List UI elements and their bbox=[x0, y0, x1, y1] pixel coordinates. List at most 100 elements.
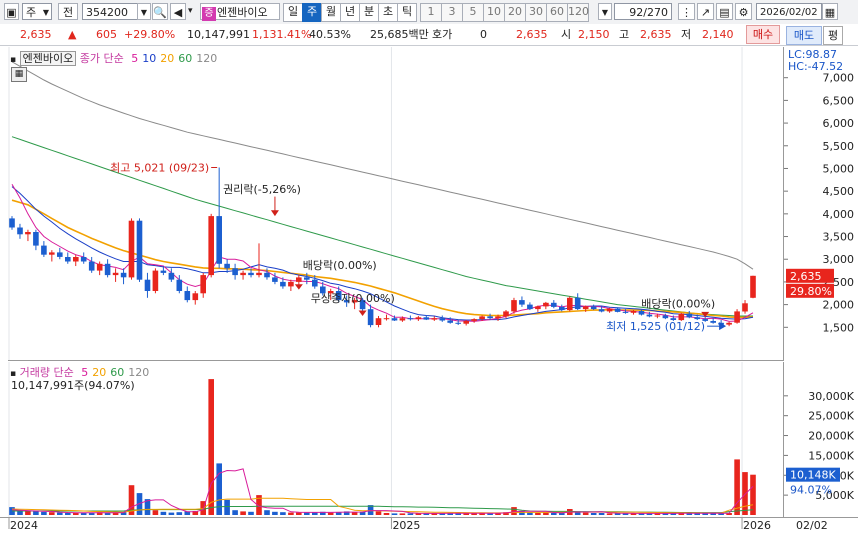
date-input[interactable]: 2026/02/02 bbox=[756, 3, 822, 20]
save-icon[interactable]: ▤ bbox=[716, 3, 733, 20]
high-label: 고 bbox=[619, 28, 630, 41]
change-percent: +29.80% bbox=[124, 28, 176, 41]
chart-window-icon[interactable]: ▣ bbox=[4, 3, 19, 20]
interval-tab-60[interactable]: 60 bbox=[546, 3, 568, 22]
legend-stock-name[interactable]: 엔젠바이오 bbox=[19, 51, 77, 66]
period-tab-2[interactable]: 월 bbox=[321, 3, 341, 22]
chart-tool-icon[interactable]: ↗ bbox=[697, 3, 714, 20]
candle-body bbox=[57, 252, 63, 257]
candle-body bbox=[25, 232, 31, 235]
volume-bar bbox=[88, 513, 95, 515]
hoga-label: 호가 bbox=[432, 28, 453, 41]
price-tick-label: 5,500 bbox=[823, 140, 855, 153]
volume-pane: ▪ 거래량 단순 5 20 60 120 10,147,991주(94.07%) bbox=[8, 362, 784, 518]
candle-body bbox=[662, 315, 669, 319]
calendar-icon[interactable]: ▦ bbox=[822, 3, 838, 20]
candle-body bbox=[41, 245, 47, 255]
up-arrow-icon: ▲ bbox=[68, 28, 77, 41]
candle-body bbox=[144, 279, 151, 291]
period-tab-5[interactable]: 초 bbox=[378, 3, 398, 22]
type-select[interactable]: 주 ▼ bbox=[22, 3, 52, 20]
jeon-button[interactable]: 전 bbox=[58, 3, 78, 20]
candle-body bbox=[551, 302, 557, 307]
period-tabs: 일주월년분초틱 bbox=[283, 3, 418, 22]
candle-body bbox=[574, 297, 581, 310]
volume-ratio: 1,131.41% bbox=[252, 28, 312, 41]
volume-bar bbox=[280, 512, 286, 515]
interval-tab-20[interactable]: 20 bbox=[504, 3, 526, 22]
volume-summary: 10,147,991주(94.07%) bbox=[11, 379, 135, 392]
speaker-icon[interactable]: ◀ bbox=[170, 3, 186, 20]
price-tick-label: 3,500 bbox=[823, 231, 855, 244]
price-tick-label: 5,000 bbox=[823, 162, 855, 175]
type-select-value: 주 bbox=[26, 6, 37, 19]
current-pct-label: 29.80% bbox=[790, 285, 832, 298]
price-tick-label: 4,000 bbox=[823, 208, 855, 221]
search-icon[interactable]: 🔍 bbox=[152, 3, 168, 20]
code-input[interactable]: 354200 bbox=[82, 3, 138, 20]
volume-bar bbox=[375, 511, 382, 515]
volume-bar bbox=[551, 513, 557, 515]
margin-badge: 증 bbox=[202, 7, 216, 21]
interval-dropdown-icon[interactable]: ▼ bbox=[598, 3, 612, 20]
candle-body bbox=[49, 252, 55, 255]
candle-body bbox=[96, 263, 103, 271]
candle-body bbox=[686, 313, 693, 318]
period-tab-4[interactable]: 분 bbox=[359, 3, 379, 22]
candle-body bbox=[9, 218, 15, 228]
candle-body bbox=[622, 311, 629, 313]
volume-value: 10,147,991 bbox=[187, 28, 250, 41]
candle-body bbox=[160, 270, 167, 273]
period-tab-3[interactable]: 년 bbox=[340, 3, 360, 22]
high-price: 2,635 bbox=[640, 28, 672, 41]
candle-body bbox=[120, 272, 127, 278]
volume-bar bbox=[750, 474, 756, 515]
grid-icon[interactable]: ⋮ bbox=[678, 3, 695, 20]
candle-body bbox=[535, 306, 541, 310]
candle-body bbox=[224, 263, 230, 269]
interval-tab-1[interactable]: 1 bbox=[420, 3, 442, 22]
volume-bar bbox=[399, 513, 406, 515]
x-axis: 2024 2025 2026 02/02 bbox=[0, 517, 858, 539]
table-toggle-icon[interactable]: ▦ bbox=[11, 67, 27, 82]
period-tab-1[interactable]: 주 bbox=[302, 3, 322, 22]
interval-tab-30[interactable]: 30 bbox=[525, 3, 547, 22]
volume-tick-label: 15,000K bbox=[808, 449, 854, 462]
annotation-low: 최저 1,525 (01/12) bbox=[606, 320, 705, 333]
candle-body bbox=[567, 297, 573, 311]
volume-bar bbox=[112, 513, 119, 515]
price-chart[interactable]: 최고 5,021 (09/23) 권리락(-5,26%) 배당락(0.00%) 무상증… bbox=[8, 47, 783, 360]
annotation-bonus: 무상증자(0.00%) bbox=[311, 292, 395, 305]
candle-body bbox=[383, 318, 390, 320]
candle-body bbox=[543, 302, 549, 307]
interval-tab-3[interactable]: 3 bbox=[441, 3, 463, 22]
period-tab-6[interactable]: 틱 bbox=[397, 3, 417, 22]
hoga-value: 0 bbox=[480, 28, 487, 41]
candle-body bbox=[128, 220, 135, 278]
count-display[interactable]: 92/270 bbox=[614, 3, 672, 20]
eval-button[interactable]: 평 bbox=[823, 26, 843, 45]
period-tab-0[interactable]: 일 bbox=[283, 3, 303, 22]
interval-tab-10[interactable]: 10 bbox=[483, 3, 505, 22]
menu-chevron-icon[interactable]: ▾ bbox=[188, 3, 198, 20]
candle-body bbox=[519, 300, 525, 305]
stock-name-field[interactable]: 증 엔젠바이오 bbox=[200, 3, 280, 21]
volume-bar bbox=[391, 513, 398, 515]
interval-tab-5[interactable]: 5 bbox=[462, 3, 484, 22]
candle-body bbox=[184, 291, 191, 301]
candle-body bbox=[582, 306, 589, 310]
gear-icon[interactable]: ⚙ bbox=[735, 3, 752, 20]
candle-body bbox=[232, 268, 238, 276]
sell-button[interactable]: 매도 bbox=[786, 26, 822, 45]
volume-bar bbox=[160, 511, 167, 515]
buy-button[interactable]: 매수 bbox=[746, 25, 780, 44]
candle-body bbox=[630, 311, 637, 313]
volume-bar bbox=[582, 512, 589, 515]
price-tick-label: 3,000 bbox=[823, 253, 855, 266]
volume-bar bbox=[25, 511, 31, 515]
quote-bar: 2,635 ▲ 605 +29.80% 10,147,991 1,131.41%… bbox=[0, 24, 858, 46]
interval-tab-120[interactable]: 120 bbox=[567, 3, 589, 22]
chevron-down-icon[interactable]: ▼ bbox=[137, 3, 151, 20]
candle-body bbox=[646, 314, 653, 317]
price-legend: ▪ 엔젠바이오 종가 단순 5 10 20 60 120 bbox=[10, 50, 217, 66]
